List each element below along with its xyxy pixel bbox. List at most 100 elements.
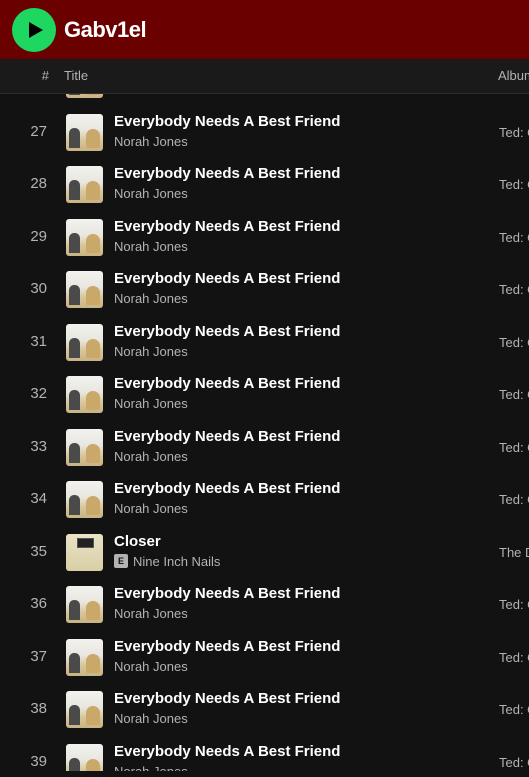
track-album[interactable]: Ted: O <box>499 597 529 612</box>
track-number: 39 <box>30 752 47 770</box>
track-artist[interactable]: Norah Jones <box>114 291 188 306</box>
track-album[interactable]: Ted: O <box>499 650 529 665</box>
track-title[interactable]: Everybody Needs A Best Friend <box>114 323 340 340</box>
track-title[interactable]: Everybody Needs A Best Friend <box>114 743 340 760</box>
track-row[interactable]: 34 Everybody Needs A Best Friend Norah Jon… <box>0 473 529 526</box>
track-number: 35 <box>30 542 47 560</box>
album-cover <box>66 586 103 623</box>
track-title[interactable]: Everybody Needs A Best Friend <box>114 165 340 182</box>
artist-name[interactable]: Norah Jones <box>114 501 188 516</box>
track-number: 28 <box>30 175 47 192</box>
track-artist[interactable]: Norah Jones <box>114 449 188 464</box>
track-row[interactable]: 35 Closer E Nine Inch Nails The D <box>0 526 529 579</box>
track-artist[interactable]: Norah Jones <box>114 239 188 254</box>
track-title[interactable]: Everybody Needs A Best Friend <box>114 218 340 235</box>
column-header-album[interactable]: Album <box>498 68 529 83</box>
track-artist[interactable]: Norah Jones <box>114 606 188 621</box>
track-number: 31 <box>30 332 47 350</box>
track-title[interactable]: Closer <box>114 533 161 550</box>
track-title[interactable]: Everybody Needs A Best Friend <box>114 428 340 445</box>
track-number: 29 <box>30 227 47 245</box>
track-title[interactable]: Everybody Needs A Best Friend <box>114 690 340 707</box>
album-cover <box>66 638 103 676</box>
artist-name[interactable]: Norah Jones <box>114 186 188 201</box>
track-album[interactable]: Ted: O <box>499 230 529 245</box>
track-artist[interactable]: Norah Jones <box>114 659 188 674</box>
artist-name[interactable]: Norah Jones <box>114 344 188 359</box>
artist-name[interactable]: Norah Jones <box>114 711 188 726</box>
album-cover <box>66 166 103 203</box>
column-header-title[interactable]: Title <box>64 68 88 83</box>
playlist-title: Gabv1el <box>64 16 147 42</box>
artist-name[interactable]: Norah Jones <box>114 134 188 149</box>
track-row[interactable]: 39 Everybody Needs A Best Friend Norah Jon… <box>0 736 529 772</box>
track-row[interactable]: 31 Everybody Needs A Best Friend Norah Jon… <box>0 316 529 369</box>
track-row[interactable]: 30 Everybody Needs A Best Friend Norah Jon… <box>0 263 529 316</box>
track-list-header: # Title Album <box>0 59 529 94</box>
artist-name[interactable]: Norah Jones <box>114 291 188 306</box>
track-artist[interactable]: Norah Jones <box>114 186 188 201</box>
artist-name[interactable]: Norah Jones <box>114 449 188 464</box>
album-cover <box>66 743 103 771</box>
track-list[interactable]: 26Norah JonesTed 27 Everybody Needs A Best… <box>0 94 529 771</box>
track-row[interactable]: 28 Everybody Needs A Best Friend Norah Jon… <box>0 158 529 211</box>
artist-name[interactable]: Nine Inch Nails <box>133 554 220 569</box>
column-header-number[interactable]: # <box>42 68 49 83</box>
track-album[interactable]: Ted: O <box>499 387 529 402</box>
track-album[interactable]: Ted: O <box>499 492 529 507</box>
play-button[interactable] <box>12 7 56 52</box>
track-number: 27 <box>30 122 47 140</box>
album-cover <box>66 271 103 308</box>
track-artist[interactable]: E Nine Inch Nails <box>114 554 220 569</box>
track-number: 33 <box>30 437 47 455</box>
track-artist[interactable]: Norah Jones <box>114 396 188 411</box>
track-album[interactable]: Ted: O <box>499 335 529 350</box>
track-row[interactable]: 32 Everybody Needs A Best Friend Norah Jon… <box>0 368 529 421</box>
artist-name[interactable]: Norah Jones <box>114 396 188 411</box>
track-title[interactable]: Everybody Needs A Best Friend <box>114 638 340 655</box>
album-cover <box>66 323 103 361</box>
track-album[interactable]: Ted: O <box>499 755 529 770</box>
track-album[interactable]: Ted: O <box>499 125 529 140</box>
track-row[interactable]: 26Norah JonesTed <box>0 94 529 106</box>
artist-name[interactable]: Norah Jones <box>114 606 188 621</box>
track-album[interactable]: Ted: O <box>499 177 529 192</box>
track-number: 30 <box>30 280 47 297</box>
play-icon <box>28 21 43 38</box>
track-row[interactable]: 37 Everybody Needs A Best Friend Norah Jon… <box>0 631 529 684</box>
track-artist[interactable]: Norah Jones <box>114 501 188 516</box>
track-row[interactable]: 33 Everybody Needs A Best Friend Norah Jon… <box>0 421 529 474</box>
track-artist[interactable]: Norah Jones <box>114 711 188 726</box>
track-row[interactable]: 38 Everybody Needs A Best Friend Norah Jon… <box>0 683 529 736</box>
track-album[interactable]: The D <box>499 545 529 560</box>
artist-name[interactable]: Norah Jones <box>114 764 188 772</box>
album-cover <box>66 428 103 466</box>
track-album[interactable]: Ted: O <box>499 440 529 455</box>
track-title[interactable]: Everybody Needs A Best Friend <box>114 585 340 602</box>
track-number: 37 <box>30 647 47 665</box>
track-title[interactable]: Everybody Needs A Best Friend <box>114 113 340 130</box>
explicit-badge: E <box>114 554 128 568</box>
album-cover <box>66 376 103 413</box>
album-cover <box>66 481 103 518</box>
track-row[interactable]: 29 Everybody Needs A Best Friend Norah Jon… <box>0 211 529 264</box>
track-artist[interactable]: Norah Jones <box>114 94 188 96</box>
artist-name[interactable]: Norah Jones <box>114 659 188 674</box>
track-artist[interactable]: Norah Jones <box>114 344 188 359</box>
track-number: 32 <box>30 385 47 402</box>
album-cover <box>66 113 103 151</box>
track-album[interactable]: Ted: O <box>499 702 529 717</box>
artist-name[interactable]: Norah Jones <box>114 94 188 96</box>
track-title[interactable]: Everybody Needs A Best Friend <box>114 270 340 287</box>
track-artist[interactable]: Norah Jones <box>114 134 188 149</box>
track-title[interactable]: Everybody Needs A Best Friend <box>114 375 340 392</box>
track-number: 36 <box>30 595 47 612</box>
track-row[interactable]: 27 Everybody Needs A Best Friend Norah Jon… <box>0 106 529 159</box>
artist-name[interactable]: Norah Jones <box>114 239 188 254</box>
track-number: 34 <box>30 490 47 507</box>
track-title[interactable]: Everybody Needs A Best Friend <box>114 480 340 497</box>
track-album[interactable]: Ted: O <box>499 282 529 297</box>
album-cover <box>66 94 103 98</box>
track-row[interactable]: 36 Everybody Needs A Best Friend Norah Jon… <box>0 578 529 631</box>
track-artist[interactable]: Norah Jones <box>114 764 188 772</box>
